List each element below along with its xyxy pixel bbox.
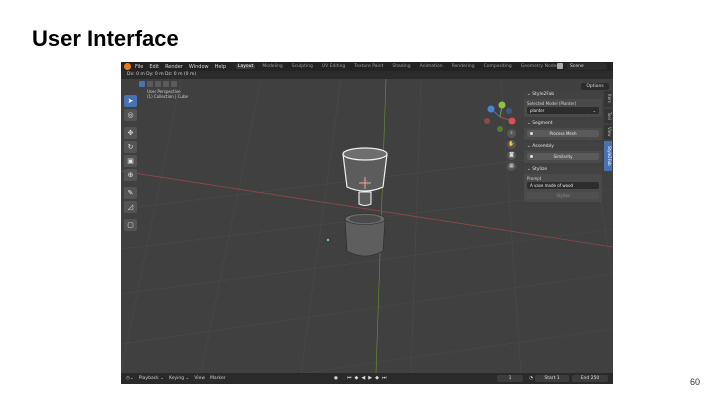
- select-mode-icon[interactable]: [139, 81, 145, 87]
- tab-geometry-nodes[interactable]: Geometry Nodes: [519, 64, 561, 69]
- segment-header[interactable]: ⌄ Segment: [524, 120, 602, 128]
- end-frame-field[interactable]: End 250: [572, 375, 608, 382]
- scene-selector[interactable]: Scene: [567, 63, 607, 70]
- tool-shelf: ➤ ◎ ✥ ↻ ▣ ⊕ ✎ ◿ ▢: [124, 95, 138, 233]
- sidebar-panel: ⌄ Style2Fab Selected Model (Planter) pla…: [524, 91, 602, 205]
- scale-tool-icon[interactable]: ▣: [124, 155, 137, 167]
- timeline-bar: ◷⌄ Playback ⌄ Keying ⌄ View Marker ● ⏮ ◆…: [121, 373, 613, 384]
- prompt-input[interactable]: A vase made of wood: [527, 182, 599, 189]
- timeline-editor-icon[interactable]: ◷⌄: [126, 376, 134, 381]
- tab-style2fab[interactable]: Style2Fab: [604, 141, 612, 171]
- transform-tool-icon[interactable]: ⊕: [124, 169, 137, 181]
- blender-window: File Edit Render Window Help Layout Mode…: [121, 62, 613, 384]
- menu-file[interactable]: File: [135, 64, 143, 70]
- blender-logo-icon[interactable]: [124, 63, 131, 70]
- tab-rendering[interactable]: Rendering: [450, 64, 477, 69]
- tab-layout[interactable]: Layout: [236, 64, 256, 69]
- select-box-icon[interactable]: [147, 81, 153, 87]
- select-extend-icon[interactable]: [155, 81, 161, 87]
- process-icon: [530, 132, 533, 135]
- add-cube-tool-icon[interactable]: ▢: [124, 219, 137, 231]
- viewport-header-tools: [139, 81, 177, 87]
- select-tool-icon[interactable]: ➤: [124, 95, 137, 107]
- keying-menu[interactable]: Keying ⌄: [169, 376, 189, 381]
- move-tool-icon[interactable]: ✥: [124, 127, 137, 139]
- tab-texture-paint[interactable]: Texture Paint: [352, 64, 385, 69]
- segment-panel: ⌄ Segment Process Mesh: [524, 120, 602, 140]
- origin-dot: [326, 238, 330, 242]
- zoom-icon[interactable]: ⌕: [507, 129, 516, 138]
- clock-icon[interactable]: ◔: [529, 376, 533, 381]
- similarity-icon: [530, 155, 533, 158]
- assembly-panel: ⌄ Assembly Similarity: [524, 143, 602, 163]
- tab-animation[interactable]: Animation: [418, 64, 445, 69]
- jump-end-icon[interactable]: ⏭: [382, 375, 387, 382]
- play-reverse-icon[interactable]: ◀: [361, 375, 365, 382]
- annotate-tool-icon[interactable]: ✎: [124, 187, 137, 199]
- tab-tool[interactable]: Tool: [604, 109, 612, 123]
- start-frame-field[interactable]: Start 1: [535, 375, 569, 382]
- record-icon[interactable]: ●: [334, 376, 338, 381]
- similarity-button[interactable]: Similarity: [527, 153, 599, 160]
- select-intersect-icon[interactable]: [171, 81, 177, 87]
- page-number: 60: [690, 377, 701, 387]
- transform-status: Dx: 0 m Dy: 0 m Dz: 0 m (0 m): [121, 71, 613, 79]
- vase-top-object: [342, 147, 388, 207]
- jump-start-icon[interactable]: ⏮: [347, 375, 352, 382]
- stylize-button[interactable]: Stylize: [527, 192, 599, 199]
- menu-edit[interactable]: Edit: [149, 64, 159, 70]
- tab-sculpting[interactable]: Sculpting: [290, 64, 315, 69]
- tab-uv-editing[interactable]: UV Editing: [320, 64, 347, 69]
- 3d-viewport[interactable]: User Perspective (1) Collection | Cube ➤…: [121, 79, 613, 373]
- cursor-tool-icon[interactable]: ◎: [124, 109, 137, 121]
- rotate-tool-icon[interactable]: ↻: [124, 141, 137, 153]
- scene-icon[interactable]: [557, 63, 563, 69]
- style2fab-header[interactable]: ⌄ Style2Fab: [524, 91, 602, 99]
- marker-menu[interactable]: Marker: [210, 376, 226, 381]
- selected-model-select[interactable]: planter ⌄: [527, 107, 599, 114]
- tab-modeling[interactable]: Modeling: [260, 64, 284, 69]
- collection-name: (1) Collection | Cube: [147, 94, 188, 99]
- top-menu-bar: File Edit Render Window Help Layout Mode…: [121, 62, 613, 71]
- menu-window[interactable]: Window: [189, 64, 209, 70]
- menu-render[interactable]: Render: [165, 64, 183, 70]
- tab-item[interactable]: Item: [604, 91, 612, 107]
- tab-view[interactable]: View: [604, 125, 612, 139]
- style2fab-panel: ⌄ Style2Fab Selected Model (Planter) pla…: [524, 91, 602, 117]
- pan-hand-icon[interactable]: ✋: [507, 140, 516, 149]
- chevron-down-icon: ⌄: [592, 108, 596, 113]
- playback-menu[interactable]: Playback ⌄: [139, 376, 164, 381]
- menu-help[interactable]: Help: [215, 64, 226, 70]
- view-menu[interactable]: View: [194, 376, 205, 381]
- stylize-header[interactable]: ⌄ Stylize: [524, 166, 602, 174]
- next-keyframe-icon[interactable]: ◆: [375, 375, 379, 382]
- measure-tool-icon[interactable]: ◿: [124, 201, 137, 213]
- tab-compositing[interactable]: Compositing: [482, 64, 514, 69]
- sidebar-tabs: Item Tool View Style2Fab: [604, 91, 612, 173]
- stylize-panel: ⌄ Stylize Prompt A vase made of wood Sty…: [524, 166, 602, 202]
- options-dropdown[interactable]: Options: [581, 83, 609, 90]
- current-frame-field[interactable]: 1: [497, 375, 523, 382]
- camera-icon[interactable]: ◙: [507, 151, 516, 160]
- play-icon[interactable]: ▶: [368, 375, 372, 382]
- process-mesh-button[interactable]: Process Mesh: [527, 130, 599, 137]
- vase-bottom-object: [344, 213, 386, 257]
- playback-controls: ⏮ ◆ ◀ ▶ ◆ ⏭: [347, 375, 386, 382]
- slide-title: User Interface: [32, 26, 179, 51]
- assembly-header[interactable]: ⌄ Assembly: [524, 143, 602, 151]
- select-subtract-icon[interactable]: [163, 81, 169, 87]
- viewport-info: User Perspective (1) Collection | Cube: [147, 89, 188, 99]
- prev-keyframe-icon[interactable]: ◆: [355, 375, 359, 382]
- tab-shading[interactable]: Shading: [390, 64, 412, 69]
- grid-icon[interactable]: ▦: [507, 162, 516, 171]
